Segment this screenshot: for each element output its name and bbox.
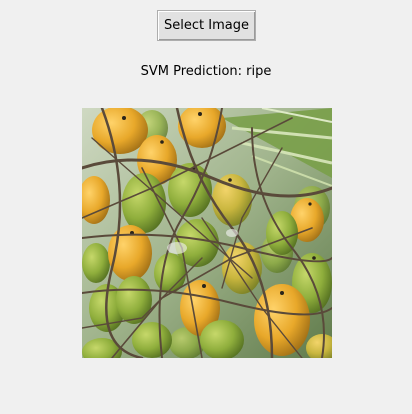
prediction-label: SVM Prediction: ripe bbox=[140, 64, 272, 79]
fruit-photo bbox=[82, 108, 332, 358]
select-image-button[interactable]: Select Image bbox=[157, 10, 256, 41]
